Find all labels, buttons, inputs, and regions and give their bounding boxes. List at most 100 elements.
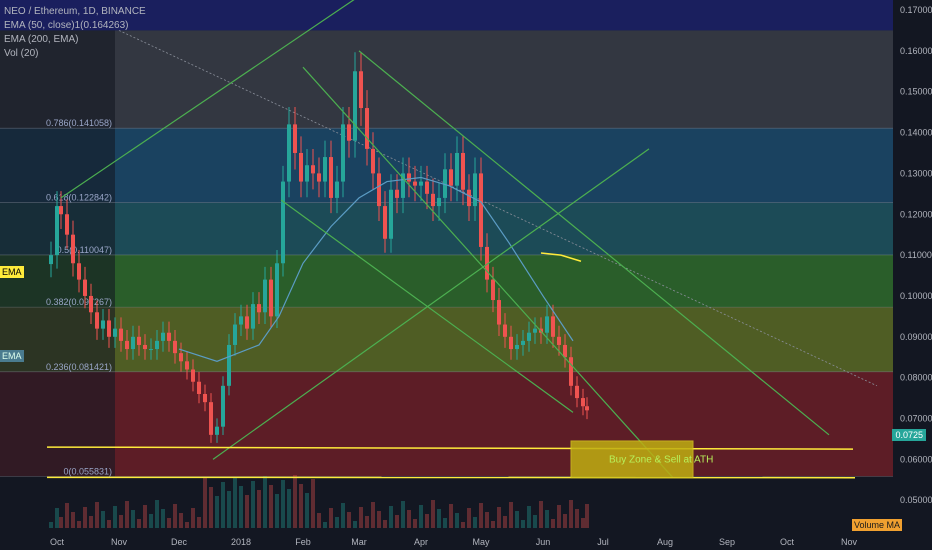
candle-body[interactable] [347,124,351,141]
candle-body[interactable] [407,173,411,182]
candle-body[interactable] [305,165,309,182]
candle-body[interactable] [557,336,561,345]
ema200-legend[interactable]: EMA (200, EMA) [4,33,146,47]
candle-body[interactable] [95,312,99,329]
candle-body[interactable] [293,124,297,153]
candle-body[interactable] [71,234,75,264]
candle-body[interactable] [49,255,53,265]
candle-body[interactable] [173,340,177,354]
candle-body[interactable] [503,324,507,337]
candle-body[interactable] [197,381,201,394]
candle-body[interactable] [107,320,111,337]
candle-body[interactable] [479,173,483,247]
candle-body[interactable] [89,295,93,313]
candle-body[interactable] [191,369,195,382]
candle-body[interactable] [55,206,59,256]
candle-body[interactable] [149,349,153,351]
candle-body[interactable] [203,393,207,403]
candle-body[interactable] [221,385,225,427]
candle-body[interactable] [287,124,291,182]
candle-body[interactable] [569,357,573,386]
candle-body[interactable] [563,344,567,358]
volume-legend[interactable]: Vol (20) [4,47,146,61]
candle-body[interactable] [185,361,189,370]
candle-body[interactable] [425,181,429,194]
candle-body[interactable] [551,316,555,337]
candle-body[interactable] [413,181,417,186]
candle-body[interactable] [515,344,519,350]
x-tick-label: Nov [841,537,858,547]
y-tick-label: 0.050000 [900,495,932,505]
candle-body[interactable] [359,71,363,109]
candle-body[interactable] [119,328,123,341]
candle-body[interactable] [233,324,237,345]
ema50-legend[interactable]: EMA (50, close)1(0.164263) [4,19,146,33]
candle-body[interactable] [269,279,273,317]
candle-body[interactable] [257,304,261,313]
candle-body[interactable] [497,300,501,325]
candle-body[interactable] [65,214,69,235]
candle-body[interactable] [377,173,381,207]
candle-body[interactable] [179,353,183,362]
candle-body[interactable] [113,328,117,337]
candle-body[interactable] [455,152,459,186]
candle-body[interactable] [437,197,441,207]
volume-bar [467,508,471,528]
candle-body[interactable] [533,328,537,333]
candle-body[interactable] [491,279,495,301]
candle-body[interactable] [581,398,585,407]
candle-body[interactable] [209,402,213,435]
candle-body[interactable] [167,332,171,341]
candle-body[interactable] [527,332,531,341]
candle-body[interactable] [575,385,579,399]
candle-body[interactable] [245,316,249,329]
candle-body[interactable] [353,71,357,141]
ema-badge-yellow: EMA [0,266,24,278]
candle-body[interactable] [395,189,399,198]
candle-body[interactable] [125,340,129,350]
candle-body[interactable] [323,157,327,182]
candle-body[interactable] [431,193,435,207]
candle-body[interactable] [585,406,589,411]
candle-body[interactable] [419,181,423,186]
volume-bar [515,511,519,528]
candle-body[interactable] [383,206,387,239]
candle-body[interactable] [251,304,255,329]
volume-bar [227,491,231,528]
candle-body[interactable] [155,340,159,350]
candle-body[interactable] [227,344,231,386]
candle-body[interactable] [335,181,339,198]
candle-body[interactable] [371,148,375,174]
candle-body[interactable] [545,316,549,333]
candlestick-chart[interactable]: 0.786(0.141058) 0.618(0.122842) 0.5(0.1100… [0,0,932,550]
candle-body[interactable] [365,108,369,149]
candle-body[interactable] [467,189,471,207]
candle-body[interactable] [59,206,63,215]
price-axis[interactable] [893,0,932,550]
volume-bar [545,510,549,528]
candle-body[interactable] [299,152,303,182]
candle-body[interactable] [215,426,219,435]
candle-body[interactable] [161,332,165,341]
candle-body[interactable] [473,173,477,207]
volume-bar [485,512,489,528]
candle-body[interactable] [143,344,147,350]
candle-body[interactable] [281,181,285,264]
candle-body[interactable] [275,263,279,317]
candle-body[interactable] [239,316,243,325]
candle-body[interactable] [263,279,267,313]
candle-body[interactable] [341,124,345,182]
candle-body[interactable] [131,336,135,350]
candle-body[interactable] [317,173,321,182]
candle-body[interactable] [329,157,333,198]
candle-body[interactable] [311,165,315,174]
candle-body[interactable] [509,336,513,350]
candle-body[interactable] [389,189,393,239]
candle-body[interactable] [137,336,141,345]
candle-body[interactable] [449,169,453,186]
candle-body[interactable] [521,340,525,345]
candle-body[interactable] [77,263,81,280]
candle-body[interactable] [101,320,105,329]
candle-body[interactable] [83,279,87,296]
candle-body[interactable] [461,152,465,190]
